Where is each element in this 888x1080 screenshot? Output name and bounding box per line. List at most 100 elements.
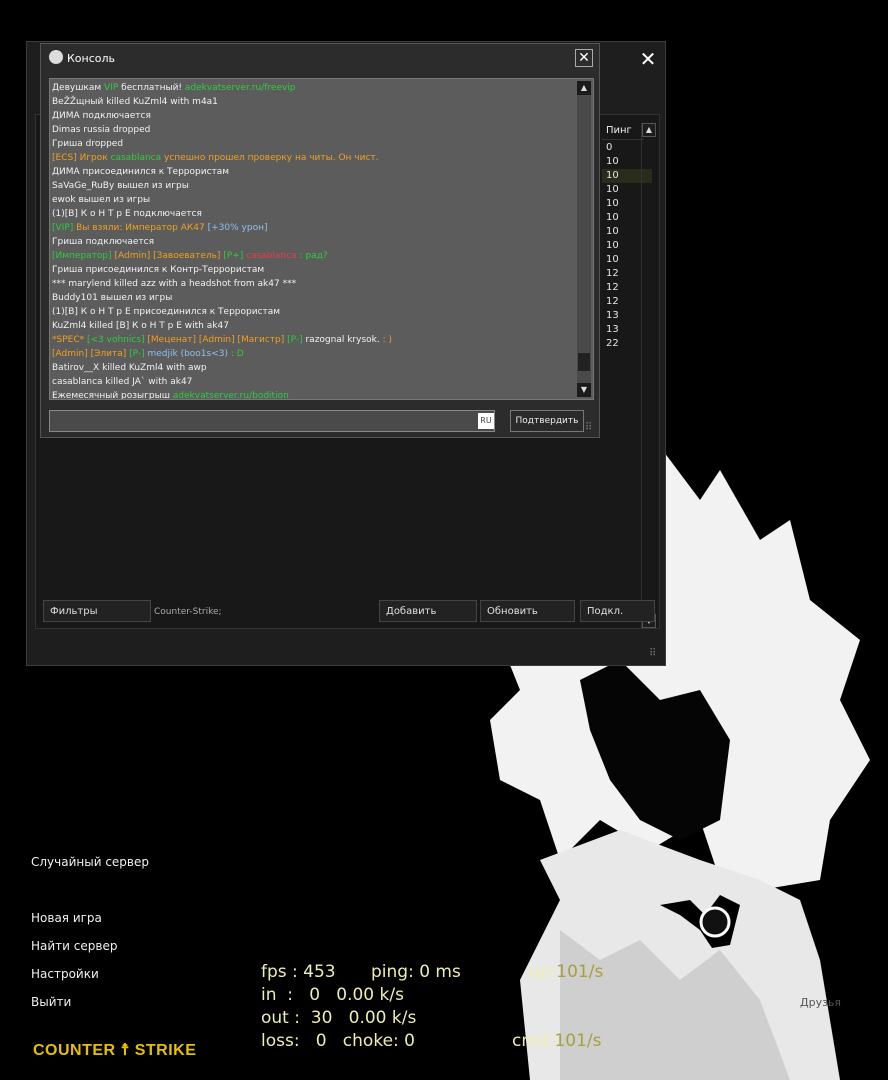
console-log-segment: VIP xyxy=(104,83,119,93)
console-log-segment: [Завоеватель] xyxy=(153,251,224,261)
console-log-segment: Ежемесячный розыгрыш xyxy=(52,391,173,400)
console-log-line: Девушкам VIP бесплатный! adekvatserver.r… xyxy=(52,81,572,95)
console-log-segment: medjik (boo1s<3) xyxy=(147,349,229,359)
console-log-segment: casablanca xyxy=(246,251,297,261)
console-log-segment: [ECS] xyxy=(52,153,80,163)
console-log-segment: SaVaGe_RuBy вышел из игры xyxy=(52,181,189,191)
console-log-line: *SPEC* [<3 vohnics] [Меценат] [Admin] [М… xyxy=(52,333,572,347)
console-log-lines: Девушкам VIP бесплатный! adekvatserver.r… xyxy=(52,81,572,400)
scroll-thumb[interactable] xyxy=(578,353,590,371)
console-resize-grip-icon[interactable]: ⠿ xyxy=(585,422,592,433)
console-log-segment: *SPEC* xyxy=(52,335,87,345)
console-log-line: Dimas russia dropped xyxy=(52,123,572,137)
console-log-line: (1)[B] К о Н Т р Е присоединился к Терро… xyxy=(52,305,572,319)
submit-button[interactable]: Подтвердить xyxy=(510,410,584,432)
console-log-segment: бесплатный! xyxy=(118,83,185,93)
console-log-line: ДИМА подключается xyxy=(52,109,572,123)
console-log-segment: [Admin] xyxy=(52,349,91,359)
console-log-line: [VIP] Вы взяли: Император АК47 [+30% уро… xyxy=(52,221,572,235)
menu-random-server[interactable]: Случайный сервер xyxy=(31,855,149,869)
console-log-line: ДИМА присоединился к Террористам xyxy=(52,165,572,179)
console-log-segment: ДИМА присоединился к Террористам xyxy=(52,167,230,177)
console-log-segment: Batirov__X killed KuZml4 with awp xyxy=(52,363,207,373)
console-log-segment: [P-] xyxy=(287,335,306,345)
console-log-line: Гриша подключается xyxy=(52,235,572,249)
console-log-segment: casablanca xyxy=(110,153,162,163)
console-log-segment: Вы взяли: Император АК47 xyxy=(76,223,208,233)
scroll-up-icon[interactable]: ▲ xyxy=(642,123,656,137)
console-log-segment: (1)[B] К о Н Т р Е присоединился к Терро… xyxy=(52,307,281,317)
console-log-segment: [<3 vohnics] xyxy=(86,335,148,345)
netgraph-fps: fps : 453 xyxy=(261,962,336,982)
netgraph-out: out : 30 0.00 k/s xyxy=(261,1008,417,1028)
console-log-segment: : D xyxy=(228,349,244,359)
console-log-segment: [P-] xyxy=(129,349,148,359)
console-log-segment: ewok вышел из игры xyxy=(52,195,151,205)
menu-settings[interactable]: Настройки xyxy=(31,967,99,981)
friends-button[interactable]: Друзья xyxy=(800,996,841,1009)
console-log-line: (1)[B] К о Н Т р Е подключается xyxy=(52,207,572,221)
scroll-down-icon[interactable]: ▼ xyxy=(577,383,591,397)
browser-close-icon[interactable]: ✕ xyxy=(637,48,659,70)
ping-column-header[interactable]: Пинг xyxy=(602,123,644,140)
netgraph-ping: ping: 0 ms xyxy=(371,962,461,982)
console-log-line: ewok вышел из игры xyxy=(52,193,572,207)
console-log-line: Ежемесячный розыгрыш adekvatserver.ru/bo… xyxy=(52,389,572,400)
console-log-segment: ДИМА подключается xyxy=(52,111,151,121)
netgraph-up-value: 101/s xyxy=(556,962,604,982)
console-command-input[interactable] xyxy=(49,410,495,432)
console-log-segment: [+30% урон] xyxy=(207,223,268,233)
console-log-line: Buddy101 вышел из игры xyxy=(52,291,572,305)
console-log-segment: *** marylend killed azz with a headshot … xyxy=(52,279,297,289)
resize-grip-icon[interactable]: ⠿ xyxy=(649,648,656,659)
connect-button[interactable]: Подкл. xyxy=(580,600,655,622)
console-log-segment: (1)[B] К о Н Т р Е подключается xyxy=(52,209,202,219)
console-log-segment: [P+] xyxy=(223,251,247,261)
console-log-segment: [VIP] xyxy=(52,223,77,233)
netgraph-cmd-value: 101/s xyxy=(554,1031,602,1051)
console-close-icon[interactable]: ✕ xyxy=(575,49,593,67)
add-server-button[interactable]: Добавить xyxy=(379,600,477,622)
console-log-segment: : рад? xyxy=(296,251,328,261)
console-log-segment: [Император] xyxy=(52,251,115,261)
console-log-segment: [Магистр] xyxy=(237,335,288,345)
console-log-segment: razognal krysok. xyxy=(305,335,383,345)
logo-text-strike: Strike xyxy=(134,1042,197,1059)
console-log-segment: adekvatserver.ru/freevip xyxy=(184,83,296,93)
console-log-segment: Игрок xyxy=(79,153,111,163)
console-log-line: *** marylend killed azz with a headshot … xyxy=(52,277,572,291)
console-log-segment: Dimas russia dropped xyxy=(52,125,151,135)
menu-new-game[interactable]: Новая игра xyxy=(31,911,102,925)
scroll-up-icon[interactable]: ▲ xyxy=(577,81,591,95)
logo-text-counter: Counter xyxy=(33,1042,116,1059)
refresh-button[interactable]: Обновить xyxy=(480,600,575,622)
menu-exit[interactable]: Выйти xyxy=(31,995,71,1009)
filter-summary: Counter-Strike; xyxy=(154,607,222,617)
console-title: Консоль xyxy=(67,52,116,65)
console-log: Девушкам VIP бесплатный! adekvatserver.r… xyxy=(49,78,594,400)
console-log-segment: [Admin] xyxy=(198,335,238,345)
server-list-scrollbar[interactable]: ▲ ▼ xyxy=(641,123,656,628)
console-log-segment: KuZml4 killed [B] К о Н Т р Е with ak47 xyxy=(52,321,229,331)
netgraph-loss: loss: 0 choke: 0 xyxy=(261,1031,415,1051)
netgraph-up: up:101/s xyxy=(529,962,603,982)
console-log-segment: adekvatserver.ru/bodition xyxy=(172,391,289,400)
filters-button[interactable]: Фильтры xyxy=(43,600,151,622)
console-log-segment: Гриша dropped xyxy=(52,139,124,149)
console-log-segment: Buddy101 вышел из игры xyxy=(52,293,173,303)
menu-find-server[interactable]: Найти сервер xyxy=(31,939,117,953)
console-window: Консоль ✕ Девушкам VIP бесплатный! adekv… xyxy=(40,43,600,438)
console-log-segment: [Admin] xyxy=(114,251,154,261)
console-log-line: [Admin] [Элита] [P-] medjik (boo1s<3) : … xyxy=(52,347,572,361)
console-log-line: Batirov__X killed KuZml4 with awp xyxy=(52,361,572,375)
logo-soldier-icon: ☨ xyxy=(120,1042,130,1059)
console-log-segment: casablanca killed JA` with ak47 xyxy=(52,377,193,387)
console-log-segment: Гриша подключается xyxy=(52,237,155,247)
console-log-segment: [Элита] xyxy=(90,349,130,359)
console-scrollbar[interactable]: ▲ ▼ xyxy=(577,81,591,397)
netgraph-cmd-label: cmd: xyxy=(512,1031,555,1051)
console-log-line: casablanca killed JA` with ak47 xyxy=(52,375,572,389)
netgraph-in: in : 0 0.00 k/s xyxy=(261,985,404,1005)
console-log-segment: [Меценат] xyxy=(147,335,199,345)
console-log-line: SaVaGe_RuBy вышел из игры xyxy=(52,179,572,193)
